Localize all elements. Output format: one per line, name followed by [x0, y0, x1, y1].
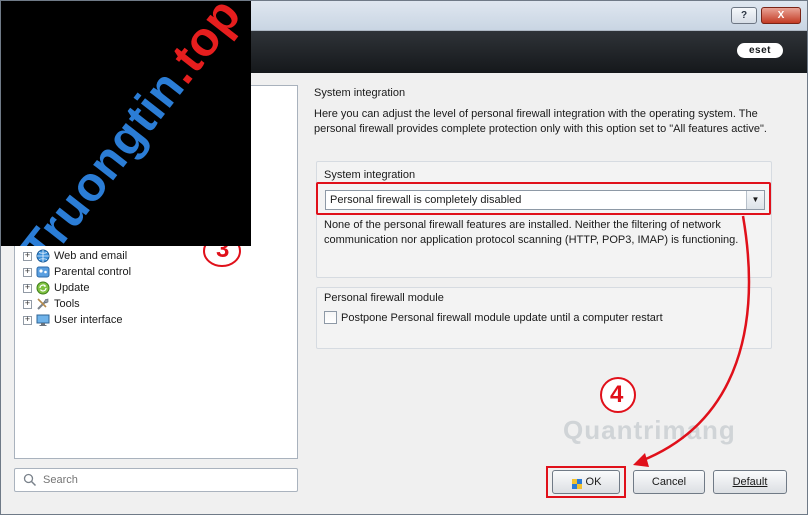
- brand-overlay: Truongtin.top: [1, 1, 251, 246]
- window: ? X eset n + Web and email + Parental co…: [0, 0, 808, 515]
- brand-overlay-text: Truongtin.top: [11, 1, 251, 246]
- brand-main: Truongtin: [11, 60, 196, 246]
- step-4-label: 4: [610, 381, 624, 408]
